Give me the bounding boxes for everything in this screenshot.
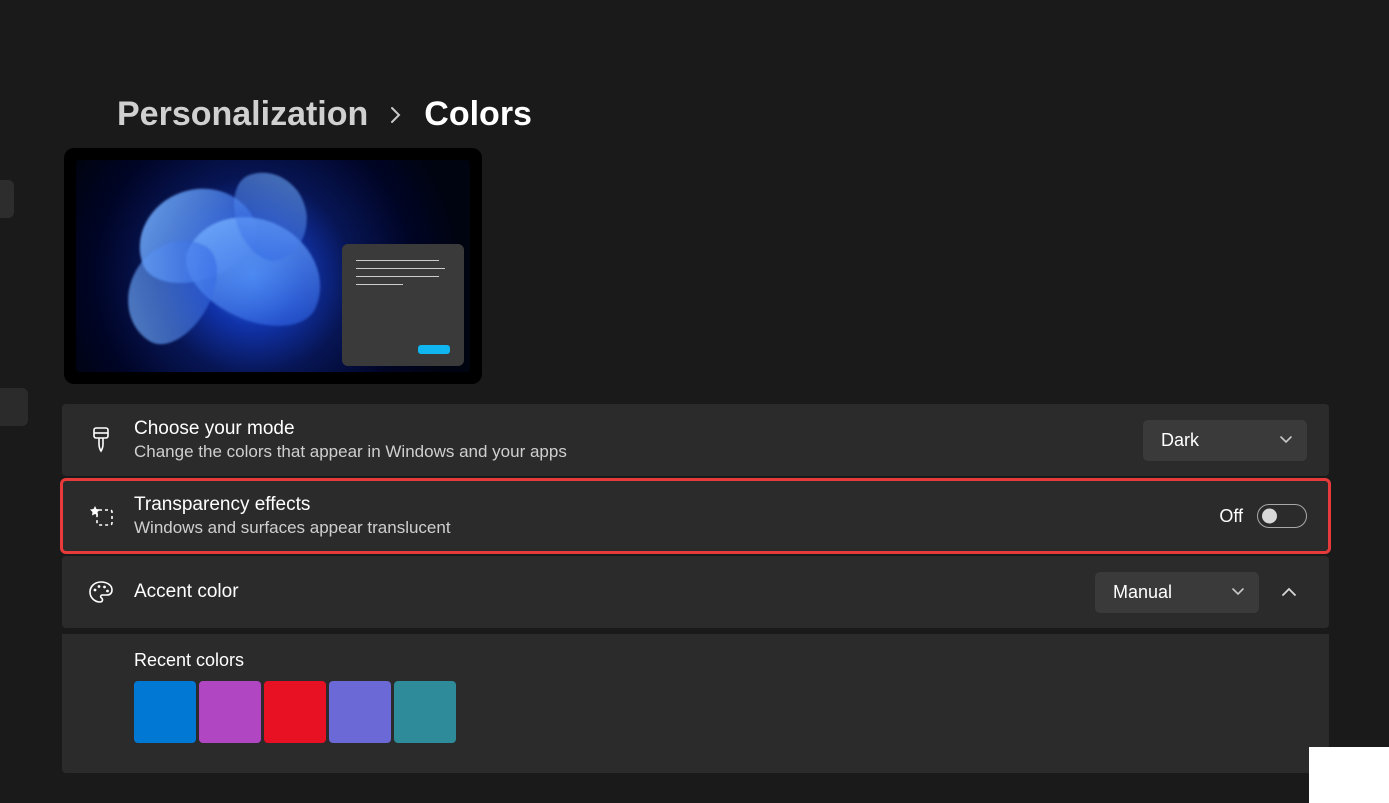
corner-overlay bbox=[1309, 747, 1389, 803]
recent-colors-title: Recent colors bbox=[134, 650, 1307, 671]
sidebar-stub bbox=[0, 180, 14, 218]
transparency-title: Transparency effects bbox=[134, 494, 1219, 516]
color-swatch[interactable] bbox=[394, 681, 456, 743]
transparency-icon bbox=[82, 504, 120, 528]
breadcrumb-current: Colors bbox=[424, 95, 532, 134]
accent-collapse-button[interactable] bbox=[1271, 574, 1307, 610]
recent-colors-panel: Recent colors bbox=[62, 634, 1329, 773]
accent-select[interactable]: Manual bbox=[1095, 572, 1259, 613]
accent-select-value: Manual bbox=[1113, 582, 1172, 603]
mode-select[interactable]: Dark bbox=[1143, 420, 1307, 461]
chevron-right-icon bbox=[390, 106, 402, 124]
transparency-row: Transparency effects Windows and surface… bbox=[62, 480, 1329, 552]
breadcrumb: Personalization Colors bbox=[117, 95, 1329, 134]
chevron-down-icon bbox=[1279, 435, 1293, 445]
color-swatch[interactable] bbox=[329, 681, 391, 743]
chevron-down-icon bbox=[1231, 587, 1245, 597]
choose-mode-row: Choose your mode Change the colors that … bbox=[62, 404, 1329, 476]
transparency-toggle[interactable] bbox=[1257, 504, 1307, 528]
choose-mode-title: Choose your mode bbox=[134, 418, 1143, 440]
sidebar-stub-2 bbox=[0, 388, 28, 426]
recent-colors-swatches bbox=[134, 681, 1307, 743]
palette-icon bbox=[82, 580, 120, 604]
theme-preview bbox=[64, 148, 482, 384]
color-swatch[interactable] bbox=[199, 681, 261, 743]
mode-select-value: Dark bbox=[1161, 430, 1199, 451]
window-preview bbox=[342, 244, 464, 366]
color-swatch[interactable] bbox=[134, 681, 196, 743]
transparency-desc: Windows and surfaces appear translucent bbox=[134, 518, 1219, 538]
color-swatch[interactable] bbox=[264, 681, 326, 743]
accent-title: Accent color bbox=[134, 581, 1095, 603]
choose-mode-desc: Change the colors that appear in Windows… bbox=[134, 442, 1143, 462]
accent-preview-pill bbox=[418, 345, 450, 354]
transparency-toggle-label: Off bbox=[1219, 506, 1243, 527]
accent-color-row: Accent color Manual bbox=[62, 556, 1329, 628]
brush-icon bbox=[82, 427, 120, 453]
breadcrumb-parent[interactable]: Personalization bbox=[117, 95, 368, 134]
